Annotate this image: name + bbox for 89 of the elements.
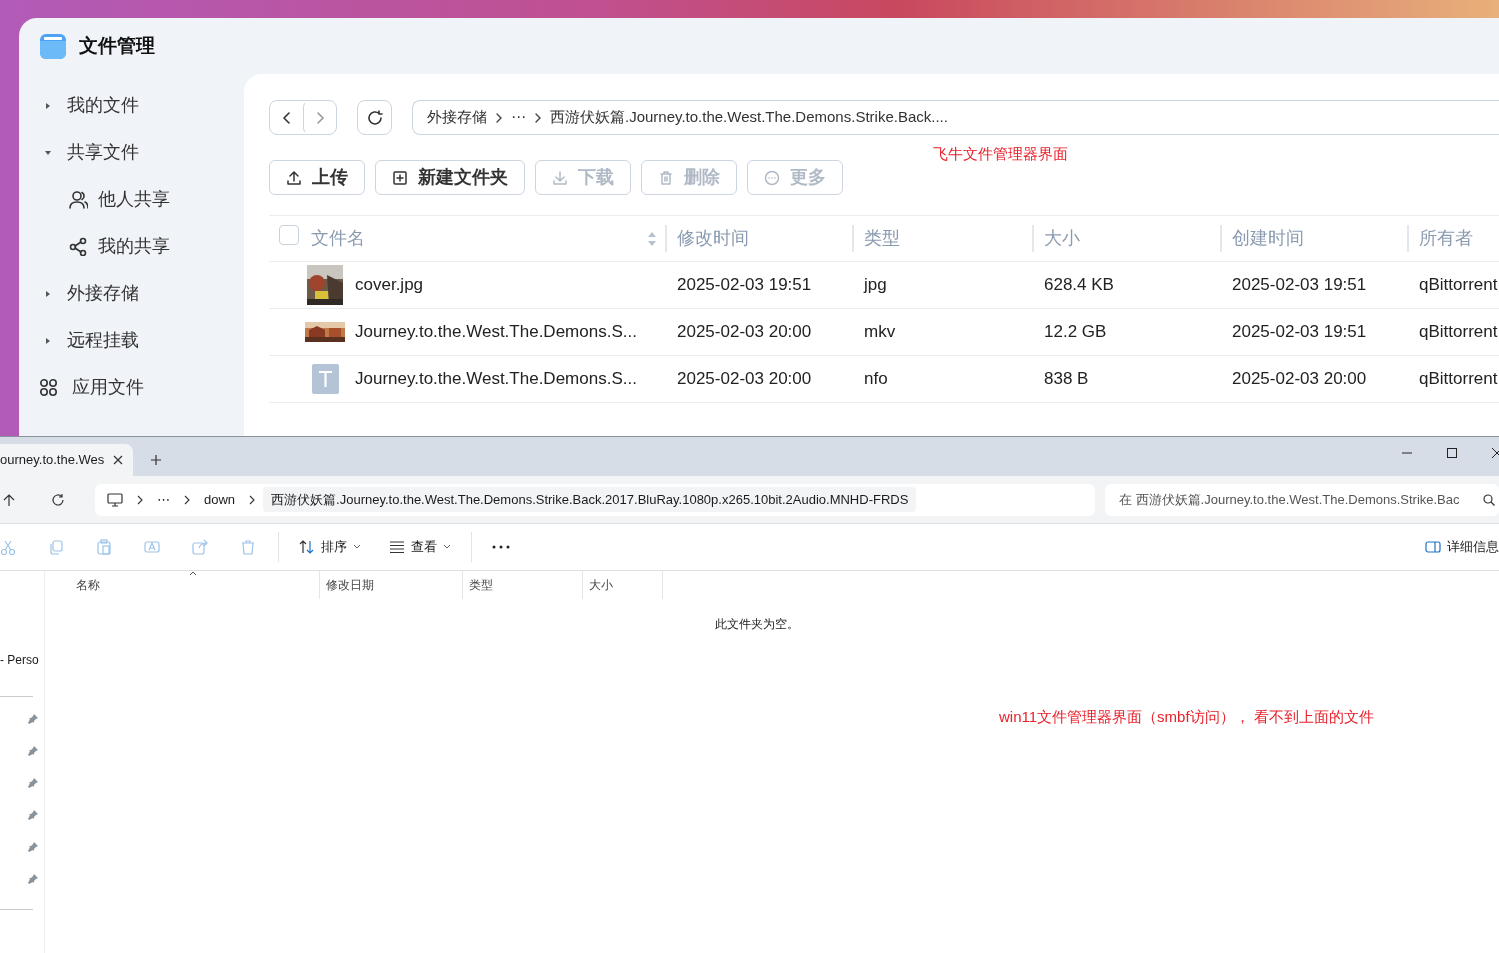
text-file-icon	[309, 362, 341, 396]
action-button[interactable]: 新建文件夹	[375, 160, 525, 195]
grid-icon	[39, 378, 58, 397]
sidebar-item[interactable]: 应用文件	[19, 364, 244, 411]
file-name[interactable]: Journey.to.the.West.The.Demons.S...	[355, 319, 637, 345]
search-field[interactable]: 在 西游伏妖篇.Journey.to.the.West.The.Demons.Strike.Bac	[1105, 483, 1499, 516]
more-icon	[764, 169, 780, 186]
back-icon	[281, 110, 292, 125]
caret-down-icon	[443, 544, 451, 550]
trash-icon	[658, 169, 674, 186]
table-cell: 2025-02-03 20:00	[677, 322, 812, 342]
scissors-icon	[0, 539, 16, 555]
file-name[interactable]: cover.jpg	[355, 272, 424, 298]
chevron-icon	[249, 494, 256, 505]
sidebar-item[interactable]: 他人共享	[19, 176, 244, 223]
table-cell: 838 B	[1044, 369, 1089, 389]
breadcrumb-item[interactable]: 西游伏妖篇.Journey.to.the.West.The.Demons.Strike.Back....	[550, 106, 948, 129]
annotation: win11文件管理器界面（smbf访问）， 看不到上面的文件	[999, 708, 1374, 725]
table-cell: qBittorrent	[1419, 369, 1498, 389]
refresh-icon	[365, 108, 384, 127]
clipboard-icon	[96, 539, 112, 555]
trash-icon	[240, 539, 256, 555]
sort-icon	[299, 539, 315, 555]
breadcrumb-item[interactable]: down	[204, 489, 236, 510]
rename-icon	[144, 539, 160, 555]
up-arrow-icon[interactable]	[2, 492, 16, 507]
table-cell: 628.4 KB	[1044, 275, 1114, 295]
copy-icon	[48, 539, 64, 555]
column-header[interactable]: 大小	[583, 571, 663, 599]
browser-tab[interactable]: ourney.to.the.Wes	[0, 444, 133, 476]
chevron-icon	[184, 494, 190, 505]
action-button[interactable]: 上传	[269, 160, 365, 195]
column-header[interactable]: 类型	[463, 571, 583, 599]
file-name[interactable]: Journey.to.the.West.The.Demons.S...	[355, 366, 637, 392]
search-icon	[1483, 493, 1495, 506]
monitor-icon[interactable]	[107, 492, 123, 507]
folder-icon	[39, 32, 67, 60]
refresh-button[interactable]	[357, 100, 392, 135]
breadcrumb-item[interactable]: ⋯	[511, 106, 526, 129]
maximize-icon[interactable]	[1446, 447, 1458, 459]
sidebar-item[interactable]: 远程挂载	[19, 317, 244, 364]
table-cell: 2025-02-03 19:51	[1232, 322, 1367, 342]
sidebar-item[interactable]: 外接存储	[19, 270, 244, 317]
breadcrumb-item[interactable]: ⋯	[157, 489, 170, 510]
breadcrumb-item[interactable]: 西游伏妖篇.Journey.to.the.West.The.Demons.Strike.Back.2017.BluRay.1080p.x265.10bit.2Audio.MNHD-FRDS	[263, 486, 917, 513]
sidebar-item[interactable]: 我的文件	[19, 82, 244, 129]
toolbar-button[interactable]: 查看	[375, 537, 465, 557]
people-icon	[69, 190, 88, 209]
panel-icon	[1425, 541, 1441, 553]
share-icon	[192, 539, 208, 555]
nav-item[interactable]: - Perso	[0, 651, 39, 669]
app-title: 文件管理	[79, 33, 155, 58]
table-cell: nfo	[864, 369, 888, 389]
caret-down-icon	[353, 544, 361, 550]
toolbar-button[interactable]: 排序	[285, 537, 375, 557]
chevron-icon	[495, 112, 503, 123]
sort-caret-icon	[189, 571, 197, 576]
empty-message: 此文件夹为空。	[715, 617, 799, 631]
table-cell: 2025-02-03 20:00	[677, 369, 812, 389]
table-cell: 2025-02-03 19:51	[677, 275, 812, 295]
table-cell: jpg	[864, 275, 887, 295]
column-header[interactable]: 名称	[45, 571, 320, 599]
new-tab-icon[interactable]	[150, 454, 162, 466]
list-icon	[389, 539, 405, 555]
table-cell: mkv	[864, 322, 896, 342]
upload-icon	[286, 169, 302, 186]
table-cell: 12.2 GB	[1044, 322, 1107, 342]
sidebar-item[interactable]: 共享文件	[19, 129, 244, 176]
download-icon	[552, 169, 568, 186]
share-icon	[69, 237, 88, 256]
table-cell: qBittorrent	[1419, 275, 1498, 295]
path-bar[interactable]: 外接存储 ⋯ 西游伏妖篇.Journey.to.the.West.The.Demons.Strike.Back....	[412, 100, 1499, 135]
sidebar-item[interactable]: 我的共享	[19, 223, 244, 270]
table-cell: 2025-02-03 19:51	[1232, 275, 1367, 295]
column-header[interactable]: 修改日期	[320, 571, 463, 599]
chevron-icon	[534, 112, 542, 123]
folder-plus-icon	[392, 169, 408, 186]
chevron-icon	[137, 494, 143, 505]
table-cell: 2025-02-03 20:00	[1232, 369, 1367, 389]
tab-title: ourney.to.the.Wes	[0, 451, 105, 470]
annotation: 飞牛文件管理器界面	[933, 144, 1068, 165]
breadcrumb-item[interactable]: 外接存储	[427, 106, 487, 129]
forward-icon	[314, 110, 325, 125]
close-icon[interactable]	[113, 455, 123, 465]
table-cell: qBittorrent	[1419, 322, 1498, 342]
select-all-checkbox[interactable]	[279, 224, 299, 245]
refresh-icon[interactable]	[51, 492, 65, 507]
details-button[interactable]: 详细信息	[1411, 537, 1499, 557]
more-icon	[492, 545, 510, 549]
